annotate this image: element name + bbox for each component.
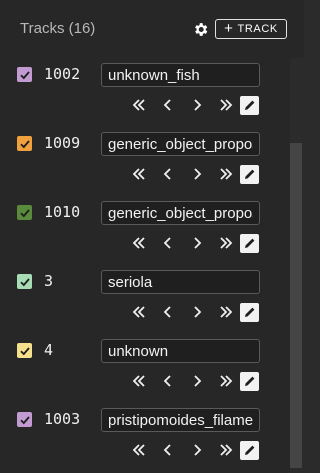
track-row: 4 [0,334,290,403]
double-chevron-left-icon[interactable] [124,95,153,115]
track-visibility-checkbox[interactable] [17,136,32,151]
chevron-left-icon[interactable] [153,440,182,460]
double-chevron-left-icon[interactable] [124,302,153,322]
track-id: 4 [44,341,54,359]
track-nav-controls [124,164,259,184]
track-visibility-checkbox[interactable] [17,67,32,82]
track-type-input[interactable] [101,63,260,87]
track-type-input[interactable] [101,132,260,156]
track-row: 1003 [0,403,290,472]
add-track-button[interactable]: + TRACK [215,19,287,39]
track-type-input[interactable] [101,270,260,294]
chevron-left-icon[interactable] [153,95,182,115]
track-row: 1002 [0,58,290,127]
track-type-input[interactable] [101,408,260,432]
chevron-left-icon[interactable] [153,302,182,322]
track-nav-controls [124,302,259,322]
chevron-left-icon[interactable] [153,233,182,253]
scrollbar-thumb[interactable] [290,143,302,468]
chevron-left-icon[interactable] [153,371,182,391]
track-id: 1002 [44,65,81,83]
track-visibility-checkbox[interactable] [17,343,32,358]
track-row: 3 [0,265,290,334]
pencil-edit-icon[interactable] [240,440,259,460]
pencil-edit-icon[interactable] [240,95,259,115]
track-list: 1002 1009 [0,58,290,473]
chevron-right-icon[interactable] [182,233,211,253]
double-chevron-right-icon[interactable] [211,233,240,253]
tracks-panel: Tracks (16) + TRACK 1002 unknown_fish 10… [0,0,304,473]
double-chevron-right-icon[interactable] [211,302,240,322]
track-id: 1003 [44,410,81,428]
track-nav-controls [124,371,259,391]
chevron-right-icon[interactable] [182,440,211,460]
chevron-right-icon[interactable] [182,95,211,115]
track-nav-controls [124,233,259,253]
pencil-edit-icon[interactable] [240,302,259,322]
gear-icon[interactable] [192,21,209,38]
track-id: 1010 [44,203,81,221]
chevron-left-icon[interactable] [153,164,182,184]
tracks-header: Tracks (16) + TRACK [0,0,290,58]
double-chevron-left-icon[interactable] [124,371,153,391]
tracks-title: Tracks (16) [20,20,96,37]
double-chevron-left-icon[interactable] [124,440,153,460]
track-visibility-checkbox[interactable] [17,412,32,427]
track-row: 1010 [0,196,290,265]
track-type-input[interactable] [101,201,260,225]
track-id: 1009 [44,134,81,152]
add-track-label: TRACK [237,23,278,35]
chevron-right-icon[interactable] [182,302,211,322]
track-id: 3 [44,272,54,290]
double-chevron-right-icon[interactable] [211,95,240,115]
track-nav-controls [124,440,259,460]
double-chevron-right-icon[interactable] [211,371,240,391]
plus-icon: + [224,20,234,37]
pencil-edit-icon[interactable] [240,164,259,184]
double-chevron-right-icon[interactable] [211,440,240,460]
track-type-input[interactable] [101,339,260,363]
track-visibility-checkbox[interactable] [17,274,32,289]
double-chevron-right-icon[interactable] [211,164,240,184]
double-chevron-left-icon[interactable] [124,233,153,253]
pencil-edit-icon[interactable] [240,371,259,391]
track-nav-controls [124,95,259,115]
chevron-right-icon[interactable] [182,371,211,391]
track-visibility-checkbox[interactable] [17,205,32,220]
track-row: 1009 [0,127,290,196]
pencil-edit-icon[interactable] [240,233,259,253]
chevron-right-icon[interactable] [182,164,211,184]
double-chevron-left-icon[interactable] [124,164,153,184]
